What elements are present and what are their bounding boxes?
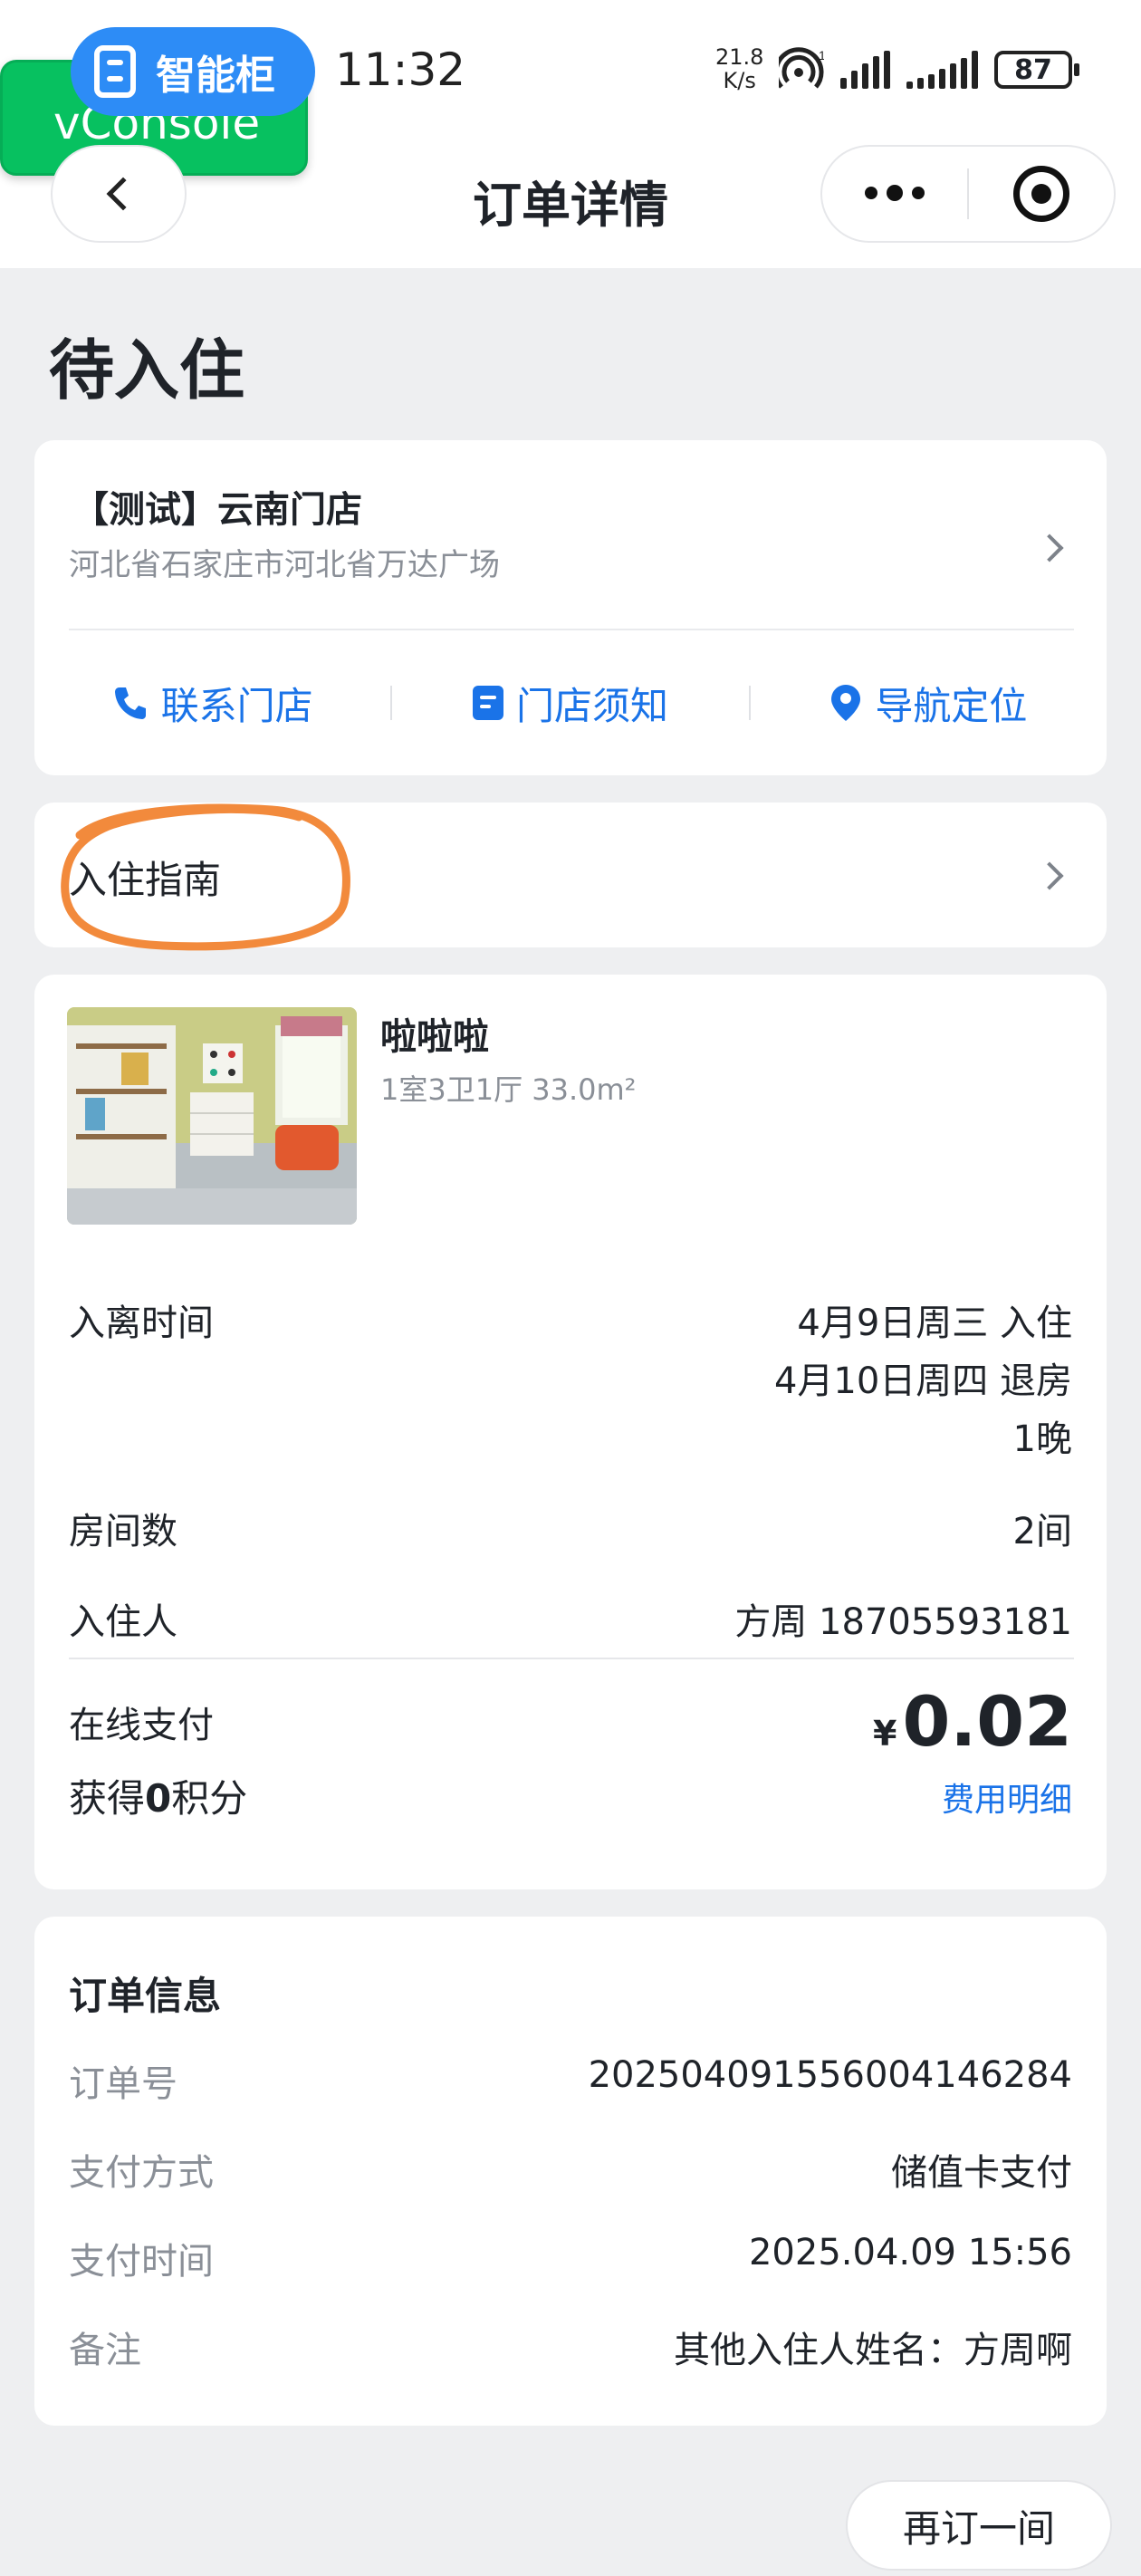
- points-prefix: 获得: [69, 1776, 146, 1821]
- highlight-annotation: [61, 803, 350, 951]
- battery-level: 87: [1014, 53, 1052, 86]
- rooms-label: 房间数: [69, 1511, 177, 1552]
- payment-time-label: 支付时间: [69, 2241, 214, 2283]
- points-earned: 获得0积分: [69, 1768, 247, 1823]
- order-info-heading: 订单信息: [69, 1974, 222, 2018]
- net-speed-value: 21.8: [715, 44, 764, 70]
- signal-icon-1: [840, 51, 890, 89]
- rebook-button[interactable]: 再订一间: [846, 2480, 1112, 2571]
- room-card: 啦啦啦 1室3卫1厅 33.0m² 入离时间 4月9日周三 入住 4月10日周四…: [34, 975, 1107, 1889]
- order-number-value: 20250409155600414628​4: [588, 2054, 1072, 2096]
- miniprogram-capsule: [820, 145, 1116, 243]
- currency-symbol: ¥: [873, 1714, 897, 1754]
- checkout-date: 4月10日周四 退房: [773, 1360, 1072, 1402]
- payment-label: 在线支付: [69, 1705, 214, 1746]
- more-dot-icon: [887, 185, 903, 201]
- room-name: 啦啦啦: [380, 1016, 489, 1058]
- order-number-label: 订单号: [69, 2063, 177, 2105]
- signal-icon-2: [906, 51, 978, 89]
- stay-label: 入离时间: [69, 1302, 214, 1344]
- store-name[interactable]: 【测试】云南门店: [72, 480, 362, 533]
- order-status: 待入住: [49, 332, 245, 409]
- net-speed-unit: K/s: [723, 68, 756, 93]
- divider: [69, 1658, 1074, 1659]
- guest-value: 方周 18705593181: [734, 1601, 1072, 1643]
- more-dot-icon: [912, 187, 925, 199]
- store-actions: 联系门店 门店须知 导航定位: [34, 630, 1107, 775]
- target-icon: [1012, 166, 1069, 222]
- status-icons: 1 87: [773, 47, 1079, 92]
- chevron-right-icon: [1035, 861, 1064, 890]
- phone-icon: [112, 685, 149, 721]
- nights-count: 1晚: [1012, 1418, 1072, 1460]
- room-photo: [67, 1007, 357, 1225]
- close-miniprogram-button[interactable]: [969, 166, 1114, 222]
- chevron-right-icon[interactable]: [1035, 533, 1064, 562]
- net-speed: 21.8 K/s: [715, 45, 763, 92]
- navigation-button[interactable]: 导航定位: [751, 676, 1107, 731]
- store-card: 【测试】云南门店 河北省石家庄市河北省万达广场 联系门店 门店须知 导航定位: [34, 440, 1107, 775]
- rooms-value: 2间: [1012, 1511, 1072, 1552]
- payment-method-label: 支付方式: [69, 2152, 214, 2194]
- hotspot-icon: 1: [773, 47, 826, 92]
- payment-method-value: 储值卡支付: [891, 2152, 1072, 2194]
- payment-time-value: 2025.04.09 15:56: [748, 2232, 1072, 2273]
- status-time: 11:32: [335, 43, 466, 96]
- store-notice-label: 门店须知: [515, 683, 668, 728]
- contact-store-label: 联系门店: [160, 683, 313, 728]
- remark-value: 其他入住人姓名：方周啊: [674, 2330, 1072, 2371]
- hotspot-badge: 1: [819, 48, 824, 62]
- document-icon: [472, 686, 503, 720]
- more-dot-icon: [865, 187, 877, 199]
- order-detail-page: vConsole 智能柜 11:32 21.8 K/s 1 87 订单详情 待入…: [0, 0, 1141, 2576]
- remark-label: 备注: [69, 2330, 141, 2371]
- payment-amount: ¥ 0.02: [873, 1681, 1072, 1762]
- cabinet-icon: [94, 45, 136, 98]
- app-name: 智能柜: [156, 53, 275, 99]
- guest-label: 入住人: [69, 1601, 177, 1643]
- navigation-label: 导航定位: [875, 683, 1028, 728]
- amount-value: 0.02: [902, 1681, 1072, 1762]
- battery-icon: 87: [994, 51, 1079, 89]
- header: vConsole 智能柜 11:32 21.8 K/s 1 87 订单详情: [0, 0, 1141, 268]
- more-button[interactable]: [822, 185, 967, 201]
- store-notice-button[interactable]: 门店须知: [392, 676, 748, 731]
- nav-bar: 订单详情: [0, 145, 1141, 245]
- location-pin-icon: [829, 683, 862, 723]
- points-value: 0: [145, 1776, 172, 1821]
- checkin-date: 4月9日周三 入住: [797, 1302, 1072, 1344]
- fee-detail-link[interactable]: 费用明细: [942, 1773, 1072, 1821]
- app-pill[interactable]: 智能柜: [71, 27, 315, 116]
- order-info-card: 订单信息 订单号 20250409155600414628​4 支付方式 储值卡…: [34, 1917, 1107, 2426]
- points-suffix: 积分: [171, 1776, 248, 1821]
- store-address[interactable]: 河北省石家庄市河北省万达广场: [69, 540, 500, 584]
- room-spec: 1室3卫1厅 33.0m²: [380, 1072, 637, 1107]
- contact-store-button[interactable]: 联系门店: [34, 676, 390, 731]
